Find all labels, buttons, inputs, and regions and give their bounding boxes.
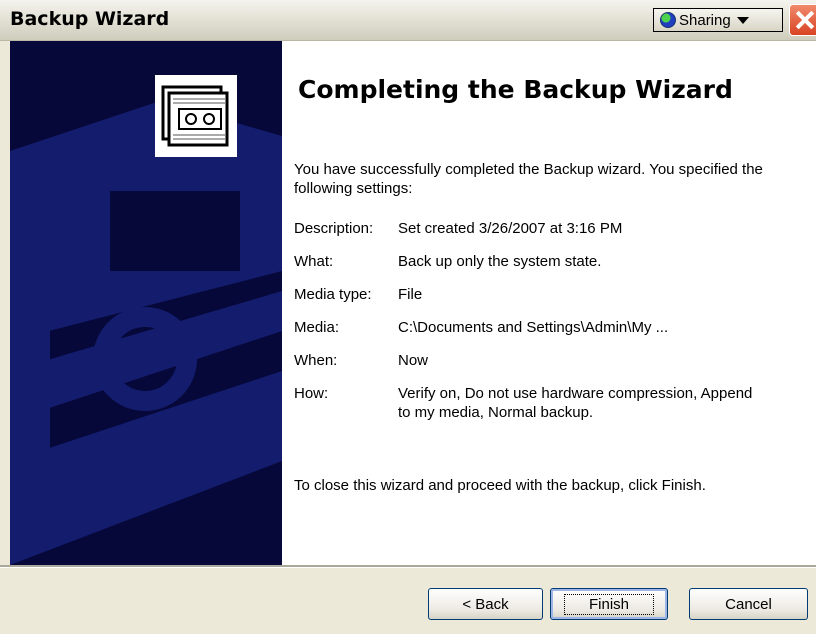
wizard-content: Completing the Backup Wizard You have su… — [282, 41, 816, 565]
setting-value: Set created 3/26/2007 at 3:16 PM — [398, 220, 623, 237]
setting-label: Description: — [294, 220, 374, 237]
wizard-banner — [10, 41, 282, 565]
setting-label: Media type: — [294, 286, 372, 303]
setting-label: When: — [294, 352, 338, 369]
footer-divider — [0, 565, 816, 568]
sharing-label: Sharing — [679, 11, 731, 29]
outro-text: To close this wizard and proceed with th… — [294, 477, 706, 494]
finish-label: Finish — [563, 593, 654, 615]
finish-button[interactable]: Finish — [550, 588, 668, 620]
window-title: Backup Wizard — [10, 8, 170, 30]
cancel-button[interactable]: Cancel — [689, 588, 808, 620]
setting-label: Media: — [294, 319, 340, 336]
banner-artwork — [10, 101, 282, 565]
setting-label: How: — [294, 385, 329, 402]
back-label: < Back — [462, 595, 509, 613]
setting-label: What: — [294, 253, 334, 270]
setting-value: Verify on, Do not use hardware compressi… — [398, 385, 753, 421]
setting-value: File — [398, 286, 423, 303]
sharing-button[interactable]: Sharing — [653, 8, 783, 32]
close-button[interactable] — [789, 4, 816, 36]
chevron-down-icon — [736, 16, 749, 24]
page-heading: Completing the Backup Wizard — [298, 75, 733, 104]
setting-value: C:\Documents and Settings\Admin\My ... — [398, 319, 669, 336]
globe-icon — [660, 12, 676, 28]
setting-value: Back up only the system state. — [398, 253, 602, 270]
intro-text: You have successfully completed the Back… — [294, 161, 763, 197]
setting-value: Now — [398, 352, 429, 369]
cancel-label: Cancel — [725, 595, 772, 613]
title-bar: Backup Wizard Sharing — [0, 0, 816, 41]
back-button[interactable]: < Back — [428, 588, 543, 620]
backup-icon — [155, 75, 237, 157]
